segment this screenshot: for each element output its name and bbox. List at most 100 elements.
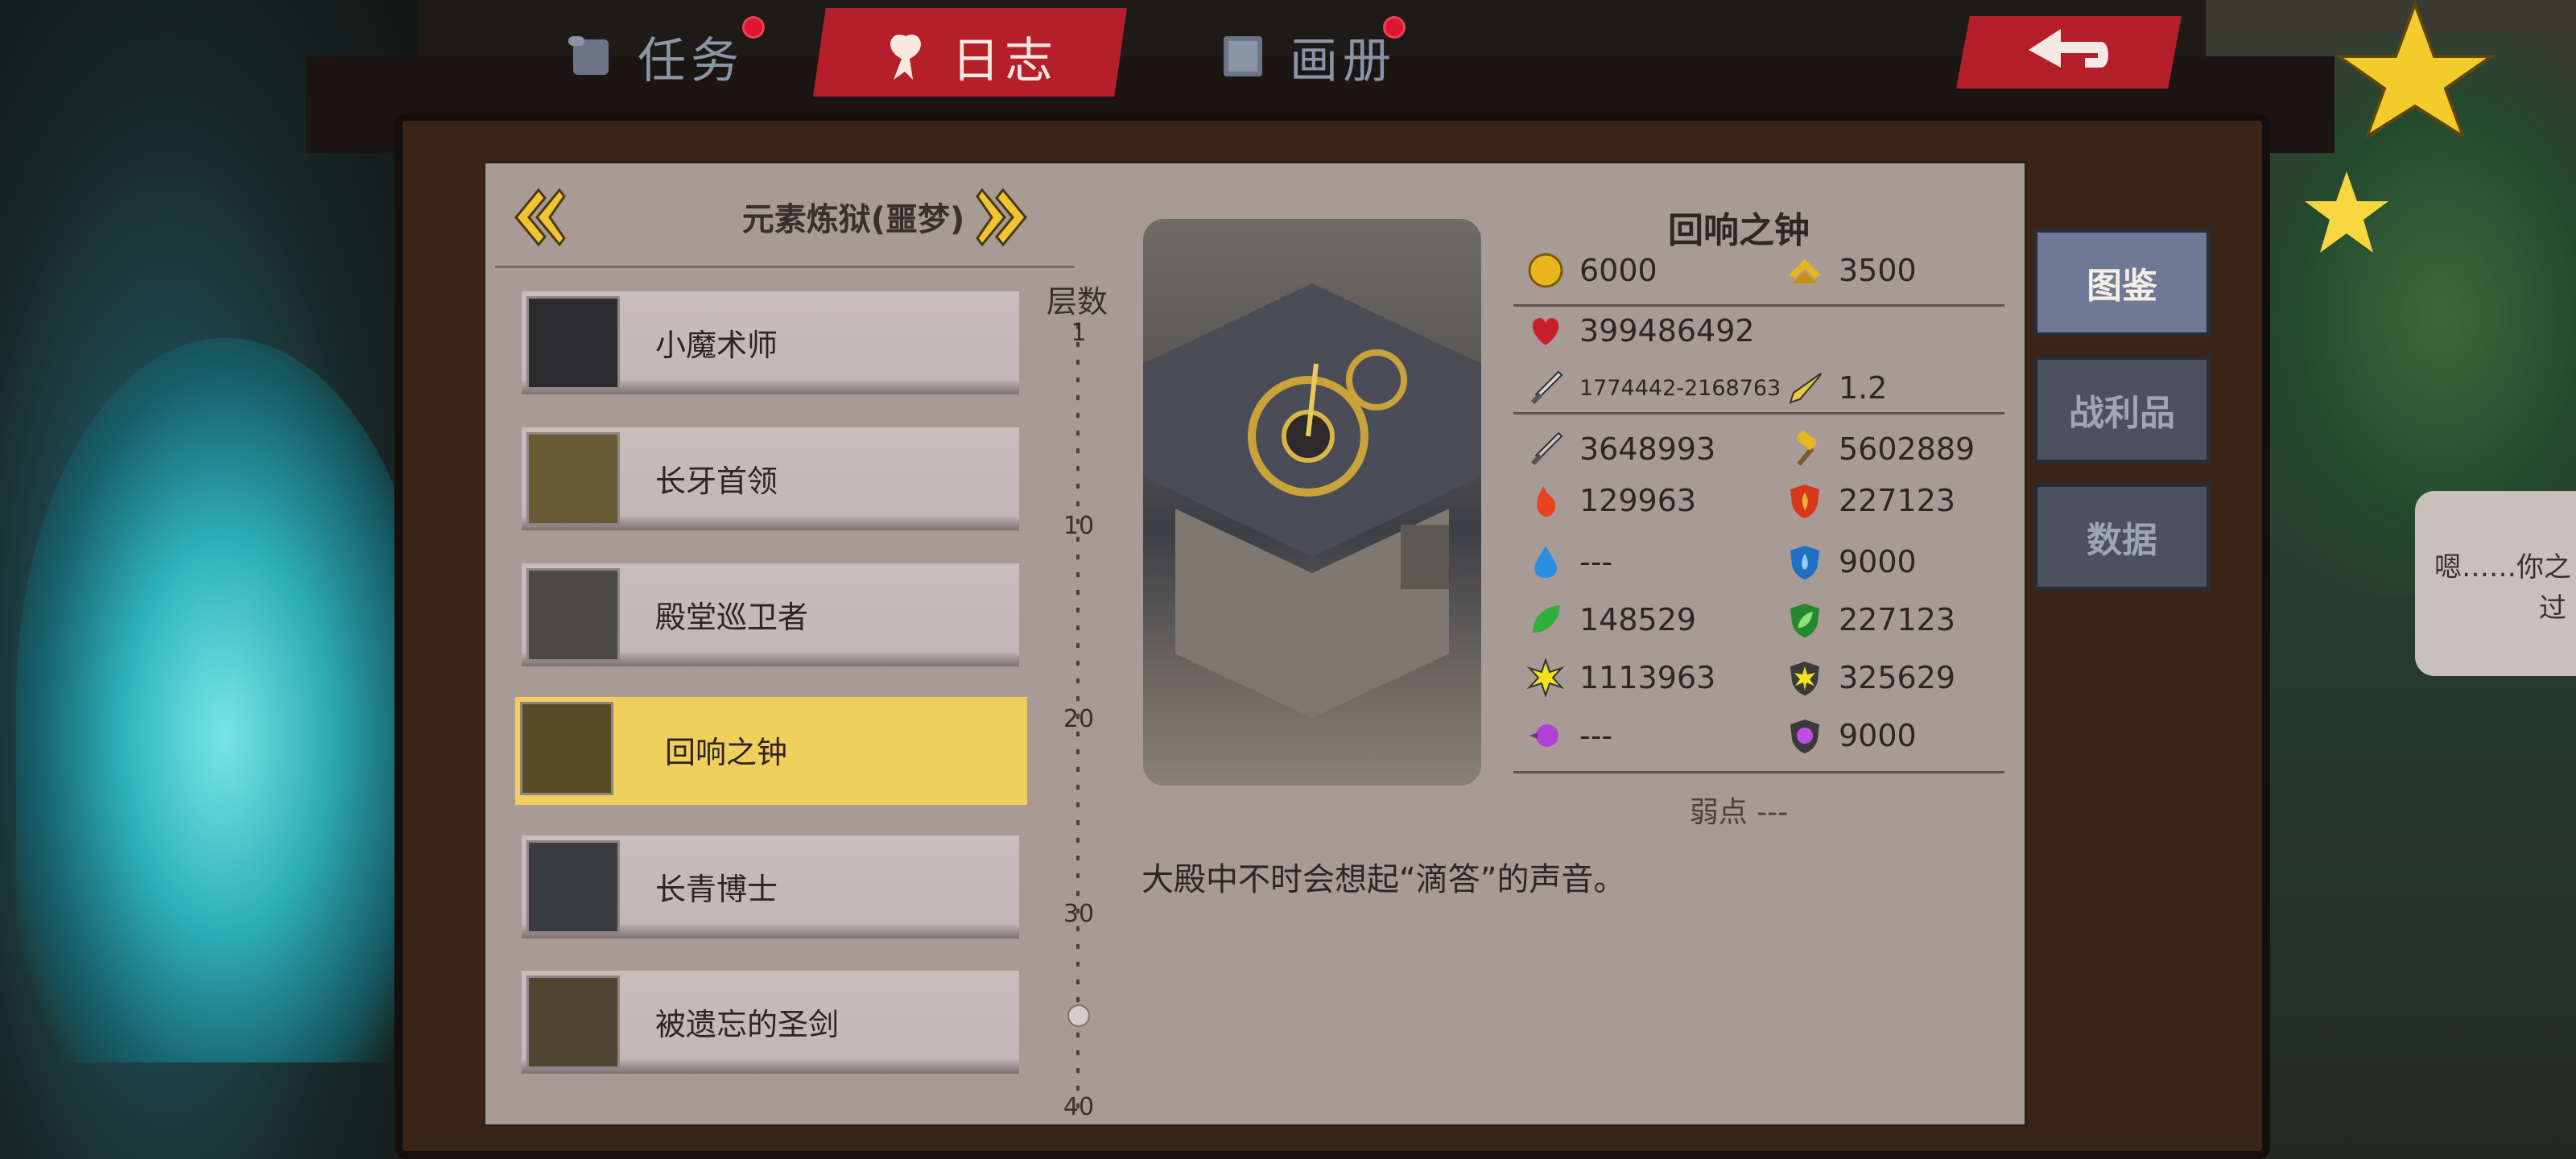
wind-shield-icon bbox=[1790, 604, 1819, 637]
boss-portrait bbox=[526, 296, 620, 390]
boss-portrait bbox=[526, 568, 620, 662]
sword-icon bbox=[1530, 370, 1563, 405]
header-divider bbox=[495, 266, 1075, 268]
fire-defense-stat: 227123 bbox=[1785, 481, 1955, 520]
water-attack-stat: --- bbox=[1526, 542, 1612, 581]
game-scene: 任务 日志 画册 元素炼狱(噩梦) 小魔术师 长牙首领 殿堂巡卫者 回响之钟 长… bbox=[0, 0, 2576, 1159]
exp-reward: 3500 bbox=[1785, 251, 1917, 290]
fire-shield-icon bbox=[1790, 485, 1819, 518]
stat-value: 325629 bbox=[1839, 660, 1956, 695]
heart-icon bbox=[1532, 318, 1559, 345]
stat-value: 1.2 bbox=[1839, 370, 1888, 406]
side-tab-loot[interactable]: 战利品 bbox=[2033, 356, 2211, 464]
boss-portrait bbox=[526, 840, 620, 934]
speed-blade-icon bbox=[1789, 373, 1822, 404]
bubble-line: 过 bbox=[2539, 592, 2566, 625]
dark-attack-stat: --- bbox=[1526, 716, 1612, 755]
tab-tasks[interactable]: 任务 bbox=[564, 16, 744, 97]
attack-speed-stat: 1.2 bbox=[1785, 369, 1887, 407]
stat-value: 1113963 bbox=[1579, 660, 1716, 695]
stats-divider bbox=[1513, 412, 2004, 415]
boss-portrait bbox=[526, 975, 620, 1069]
light-attack-stat: 1113963 bbox=[1526, 658, 1715, 697]
stats-divider bbox=[1513, 771, 2004, 773]
boss-scene-image bbox=[1143, 219, 1481, 786]
double-chevron-right-icon bbox=[976, 188, 1027, 247]
book-icon bbox=[1224, 36, 1262, 76]
next-dungeon-button[interactable] bbox=[970, 181, 1034, 254]
tasks-notification-dot bbox=[742, 16, 765, 39]
tab-label: 画册 bbox=[1290, 32, 1396, 89]
star-decoration-icon bbox=[2334, 0, 2496, 137]
fire-sword-icon bbox=[1537, 486, 1555, 517]
wind-leaf-icon bbox=[1533, 605, 1560, 633]
stat-value: 227123 bbox=[1839, 602, 1956, 637]
floor-tick: 30 bbox=[1063, 900, 1095, 928]
water-defense-stat: 9000 bbox=[1785, 542, 1917, 581]
light-defense-stat: 325629 bbox=[1785, 658, 1955, 697]
boss-list-item[interactable]: 小魔术师 bbox=[522, 291, 1019, 394]
floor-scroll-knob[interactable] bbox=[1067, 1004, 1090, 1027]
water-shield-icon bbox=[1790, 546, 1819, 580]
ribbon-icon bbox=[890, 34, 921, 80]
floor-tick: 20 bbox=[1063, 705, 1095, 733]
fire-attack-stat: 129963 bbox=[1526, 481, 1696, 520]
floor-tick: 40 bbox=[1063, 1093, 1095, 1121]
boss-title: 回响之钟 bbox=[1668, 210, 1810, 251]
dark-defense-stat: 9000 bbox=[1785, 716, 1917, 755]
tab-album[interactable]: 画册 bbox=[1216, 16, 1396, 97]
back-button[interactable] bbox=[1956, 16, 2182, 89]
wind-attack-stat: 148529 bbox=[1526, 600, 1696, 639]
stat-value: 5602889 bbox=[1839, 431, 1975, 467]
side-tab-data[interactable]: 数据 bbox=[2033, 483, 2211, 591]
boss-portrait bbox=[520, 702, 613, 795]
stat-value: 9000 bbox=[1839, 718, 1917, 753]
glowing-portal bbox=[16, 338, 435, 1062]
prev-dungeon-button[interactable] bbox=[507, 181, 572, 254]
boss-description: 大殿中不时会想起“滴答”的声音。 bbox=[1141, 861, 1626, 898]
attack-range-stat: 1774442-2168763 bbox=[1526, 369, 1781, 407]
stat-value: --- bbox=[1579, 718, 1613, 753]
boss-list-item[interactable]: 殿堂巡卫者 bbox=[522, 563, 1019, 666]
floors-label: 层数 bbox=[1046, 284, 1108, 320]
stat-value: 227123 bbox=[1839, 483, 1956, 518]
tab-label: 日志 bbox=[952, 32, 1058, 89]
boss-list-item[interactable]: 长牙首领 bbox=[522, 427, 1019, 530]
light-burst-icon bbox=[1526, 658, 1565, 697]
stats-divider bbox=[1513, 304, 2004, 307]
boss-name: 殿堂巡卫者 bbox=[655, 600, 809, 635]
hammer-icon bbox=[1796, 431, 1817, 466]
double-chevron-left-icon bbox=[514, 188, 566, 247]
stat-value: 3648993 bbox=[1579, 431, 1716, 467]
clock-tower-illustration bbox=[1143, 283, 1481, 718]
physical-defense-stat: 5602889 bbox=[1785, 430, 1975, 468]
boss-list-item[interactable]: 长青博士 bbox=[522, 835, 1019, 938]
dark-shield-icon bbox=[1790, 720, 1819, 753]
gold-coin-icon bbox=[1528, 253, 1563, 288]
boss-name: 小魔术师 bbox=[655, 328, 778, 363]
stat-value: 6000 bbox=[1579, 253, 1657, 288]
gold-reward: 6000 bbox=[1526, 251, 1657, 290]
side-tab-codex[interactable]: 图鉴 bbox=[2033, 229, 2211, 336]
wind-defense-stat: 227123 bbox=[1785, 600, 1955, 639]
stat-value: 9000 bbox=[1839, 544, 1917, 580]
water-drop-icon bbox=[1534, 546, 1557, 578]
album-notification-dot bbox=[1383, 16, 1406, 39]
small-star-decoration-icon bbox=[2305, 171, 2388, 253]
floor-tick: 10 bbox=[1063, 512, 1095, 540]
dark-orb-icon bbox=[1530, 724, 1558, 747]
hp-stat: 399486492 bbox=[1526, 311, 1755, 350]
boss-name: 被遗忘的圣剑 bbox=[655, 1007, 840, 1042]
floor-tick: 1 bbox=[1071, 319, 1087, 347]
stat-value: 399486492 bbox=[1579, 313, 1755, 349]
stat-value: --- bbox=[1579, 544, 1613, 580]
stat-value: 129963 bbox=[1579, 483, 1697, 518]
boss-list-item[interactable]: 被遗忘的圣剑 bbox=[522, 971, 1019, 1074]
back-arrow-icon bbox=[2029, 29, 2108, 68]
tab-journal[interactable]: 日志 bbox=[877, 16, 1058, 97]
boss-portrait bbox=[526, 432, 620, 526]
boss-list-item-selected[interactable]: 回响之钟 bbox=[515, 697, 1027, 805]
tab-label: 任务 bbox=[638, 32, 744, 89]
light-shield-icon bbox=[1790, 662, 1819, 695]
exp-chevron-icon bbox=[1789, 259, 1821, 283]
